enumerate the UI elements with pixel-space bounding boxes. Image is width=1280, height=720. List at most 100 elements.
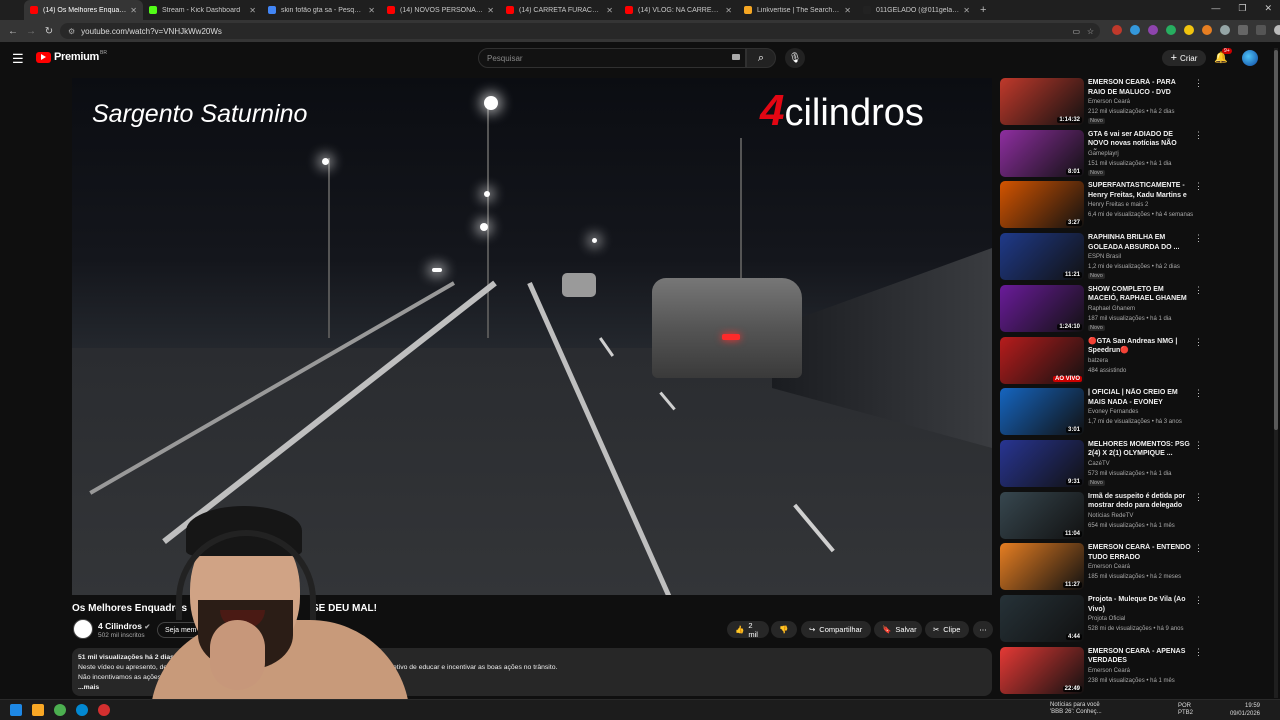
sidebar-icon[interactable]: [1256, 25, 1266, 35]
keyboard-icon[interactable]: [732, 54, 740, 60]
video-thumbnail[interactable]: 11:21: [1000, 233, 1084, 281]
video-thumbnail[interactable]: 1:24:10: [1000, 284, 1084, 332]
url-bar[interactable]: ⚙ youtube.com/watch?v=VNHJkWw20Ws ▭ ☆: [60, 23, 1100, 39]
recommended-channel[interactable]: Notícias RedeTV: [1088, 513, 1133, 519]
account-avatar[interactable]: [1242, 50, 1258, 66]
browser-tab[interactable]: (14) CARRETA FURACÃO com F✕: [500, 0, 619, 20]
video-thumbnail[interactable]: 3:27: [1000, 181, 1084, 229]
more-vertical-icon[interactable]: ⋮: [1194, 388, 1203, 399]
tab-close-icon[interactable]: ✕: [368, 6, 375, 15]
search-button[interactable]: ⌕: [746, 48, 776, 68]
recommended-title[interactable]: EMERSON CEARÁ - PARA RAIO DE MALUCO - DV…: [1088, 78, 1193, 98]
recommended-title[interactable]: GTA 6 vai ser ADIADO DE NOVO novas notíc…: [1088, 130, 1193, 150]
tab-close-icon[interactable]: ✕: [130, 6, 137, 15]
recommended-title[interactable]: Irmã de suspeito é detida por mostrar de…: [1088, 492, 1193, 511]
edge-icon[interactable]: [76, 704, 88, 716]
more-vertical-icon[interactable]: ⋮: [1194, 492, 1203, 503]
video-thumbnail[interactable]: 11:04: [1000, 491, 1084, 539]
more-vertical-icon[interactable]: ⋮: [1194, 543, 1203, 554]
recommended-title[interactable]: SUPERFANTASTICAMENTE - Henry Freitas, Ka…: [1088, 181, 1193, 201]
recommended-channel[interactable]: Emerson Ceará: [1088, 564, 1130, 570]
new-tab-button[interactable]: +: [980, 4, 986, 16]
channel-name[interactable]: 4 Cilindros ✔: [98, 621, 150, 631]
recommended-title[interactable]: SHOW COMPLETO EM MACEIÓ, RAPHAEL GHANEM …: [1088, 285, 1193, 305]
video-thumbnail[interactable]: 9:31: [1000, 439, 1084, 487]
extension-icon[interactable]: [1112, 25, 1122, 35]
more-vertical-icon[interactable]: ⋮: [1194, 440, 1203, 451]
back-icon[interactable]: ←: [4, 26, 22, 37]
system-clock[interactable]: 19:59 09/01/2026: [1228, 702, 1260, 718]
scrollbar-thumb[interactable]: [1274, 50, 1278, 430]
recommended-channel[interactable]: CazéTV: [1088, 461, 1110, 467]
recommended-title[interactable]: EMERSON CEARÁ - APENAS VERDADES: [1088, 647, 1193, 666]
browser-tab[interactable]: 011GELADO (@011gelado) ✕: [857, 0, 976, 20]
profile-avatar[interactable]: [1274, 25, 1280, 35]
dislike-button[interactable]: 👎: [771, 621, 797, 638]
browser-tab[interactable]: skin fofão gta sa - Pesquisa Go✕: [262, 0, 381, 20]
video-thumbnail[interactable]: 11:27: [1000, 543, 1084, 591]
recommended-video[interactable]: 3:01 | OFICIAL | NÃO CREIO EM MAIS NADA -…: [1000, 388, 1270, 438]
video-thumbnail[interactable]: AO VIVO: [1000, 336, 1084, 384]
recommended-title[interactable]: RAPHINHA BRILHA EM GOLEADA ABSURDA DO ..…: [1088, 233, 1193, 252]
bookmark-star-icon[interactable]: ☆: [1087, 27, 1094, 36]
recommended-video[interactable]: 1:24:10 SHOW COMPLETO EM MACEIÓ, RAPHAEL …: [1000, 284, 1270, 335]
opera-icon[interactable]: [98, 704, 110, 716]
recommended-video[interactable]: AO VIVO 🔴GTA San Andreas NMG | Speedrun🔴 b…: [1000, 336, 1270, 387]
save-button[interactable]: 🔖 Salvar: [874, 621, 922, 638]
browser-tab[interactable]: Stream - Kick Dashboard ✕: [143, 0, 262, 20]
chrome-icon[interactable]: [54, 704, 66, 716]
recommended-title[interactable]: Projota - Muleque De Vila (Ao Vivo): [1088, 595, 1193, 614]
recommended-title[interactable]: | OFICIAL | NÃO CREIO EM MAIS NADA - EVO…: [1088, 388, 1193, 408]
more-actions-button[interactable]: ⋯: [973, 621, 993, 638]
extension-icon[interactable]: [1184, 25, 1194, 35]
more-vertical-icon[interactable]: ⋮: [1194, 130, 1203, 141]
recommended-video[interactable]: 9:31 MELHORES MOMENTOS: PSG 2(4) X 2(1) O…: [1000, 439, 1270, 490]
tab-close-icon[interactable]: ✕: [844, 6, 851, 15]
more-vertical-icon[interactable]: ⋮: [1194, 285, 1203, 296]
video-thumbnail[interactable]: 8:01: [1000, 129, 1084, 177]
recommended-video[interactable]: 11:27 EMERSON CEARÁ - ENTENDO TUDO ERRADO…: [1000, 543, 1270, 593]
more-vertical-icon[interactable]: ⋮: [1194, 181, 1203, 192]
recommended-channel[interactable]: Emerson Ceará: [1088, 668, 1130, 674]
recommended-channel[interactable]: ESPN Brasil: [1088, 254, 1121, 260]
windows-start-icon[interactable]: [10, 704, 22, 716]
tab-close-icon[interactable]: ✕: [606, 6, 613, 15]
recommended-title[interactable]: EMERSON CEARÁ - ENTENDO TUDO ERRADO: [1088, 543, 1193, 562]
extension-icon[interactable]: [1148, 25, 1158, 35]
page-scrollbar[interactable]: [1274, 48, 1278, 698]
more-vertical-icon[interactable]: ⋮: [1194, 595, 1203, 606]
search-input[interactable]: Pesquisar: [478, 48, 746, 68]
recommended-channel[interactable]: Evoney Fernandes: [1088, 409, 1138, 415]
recommended-video[interactable]: 22:49 EMERSON CEARÁ - APENAS VERDADES Emer…: [1000, 646, 1270, 697]
extension-icon[interactable]: [1202, 25, 1212, 35]
tab-close-icon[interactable]: ✕: [725, 6, 732, 15]
browser-tab[interactable]: (14) VLOG: NA CARRETA FURA ✕: [619, 0, 738, 20]
youtube-logo[interactable]: Premium BR: [36, 50, 107, 63]
recommended-channel[interactable]: Emerson Ceará: [1088, 99, 1130, 105]
recommended-channel[interactable]: Projota Oficial: [1088, 616, 1125, 622]
reload-icon[interactable]: ↻: [40, 26, 58, 37]
video-thumbnail[interactable]: 3:01: [1000, 388, 1084, 436]
extension-icon[interactable]: [1130, 25, 1140, 35]
close-window-icon[interactable]: ✕: [1264, 3, 1272, 14]
channel-avatar[interactable]: [73, 619, 93, 639]
forward-icon[interactable]: →: [22, 26, 40, 37]
hamburger-menu-icon[interactable]: ☰: [12, 51, 24, 67]
video-thumbnail[interactable]: 4:44: [1000, 595, 1084, 642]
tab-close-icon[interactable]: ✕: [963, 6, 970, 15]
share-button[interactable]: ↪ Compartilhar: [801, 621, 871, 638]
browser-tab[interactable]: Linkvertise | The Search Engine ✕: [738, 0, 857, 20]
recommended-video[interactable]: 11:21 RAPHINHA BRILHA EM GOLEADA ABSURDA …: [1000, 233, 1270, 283]
extension-icon[interactable]: [1166, 25, 1176, 35]
create-button[interactable]: + Criar: [1162, 50, 1206, 66]
more-vertical-icon[interactable]: ⋮: [1194, 233, 1203, 244]
minimize-icon[interactable]: —: [1211, 3, 1220, 14]
file-explorer-icon[interactable]: [32, 704, 44, 716]
recommended-channel[interactable]: Gameplayrj: [1088, 151, 1119, 157]
recommended-channel[interactable]: batzera: [1088, 358, 1108, 364]
recommended-video[interactable]: 4:44 Projota - Muleque De Vila (Ao Vivo) P…: [1000, 595, 1270, 645]
more-vertical-icon[interactable]: ⋮: [1194, 647, 1203, 658]
extension-icon[interactable]: [1220, 25, 1230, 35]
recommended-video[interactable]: 1:14:32 EMERSON CEARÁ - PARA RAIO DE MALU…: [1000, 78, 1270, 128]
extensions-puzzle-icon[interactable]: [1238, 25, 1248, 35]
